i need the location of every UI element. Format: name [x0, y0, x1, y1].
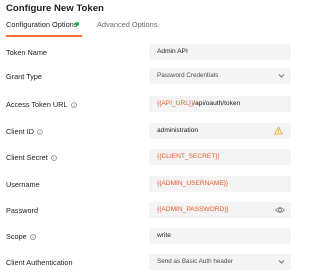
access-token-url-label: Access Token URL	[6, 100, 77, 109]
access-token-url-input[interactable]: {{API_URL}}/api/oauth/token	[149, 96, 291, 112]
info-icon[interactable]	[70, 101, 77, 108]
scope-label: Scope	[6, 232, 36, 241]
access-token-url-row: Access Token URL {{API_URL}}/api/oauth/t…	[0, 95, 300, 115]
scope-value: write	[157, 232, 171, 239]
status-dot-icon	[75, 22, 79, 26]
username-value: {{ADMIN_USERNAME}}	[157, 180, 229, 187]
client-id-label: Client ID	[6, 127, 43, 136]
scope-row: Scope write	[0, 227, 300, 247]
eye-icon[interactable]	[275, 206, 285, 214]
grant-type-value: Password Credentials	[157, 72, 219, 79]
client-secret-row: Client Secret {{CLIENT_SECRET}}	[0, 148, 300, 168]
password-input[interactable]: {{ADMIN_PASSWORD}}	[149, 202, 291, 218]
warning-icon[interactable]	[274, 126, 283, 135]
client-secret-label: Client Secret	[6, 153, 57, 162]
client-id-input[interactable]: administration	[149, 123, 291, 139]
client-authentication-value: Send as Basic Auth header	[157, 258, 233, 265]
token-name-label: Token Name	[6, 48, 47, 57]
scope-input[interactable]: write	[149, 228, 291, 244]
client-secret-value: {{CLIENT_SECRET}}	[157, 153, 220, 160]
page-title: Configure New Token	[6, 3, 104, 14]
client-secret-input[interactable]: {{CLIENT_SECRET}}	[149, 149, 291, 165]
chevron-down-icon	[278, 260, 285, 264]
token-name-value: Admin API	[157, 48, 188, 55]
username-label: Username	[6, 180, 40, 189]
password-label: Password	[6, 206, 39, 215]
grant-type-select[interactable]: Password Credentials	[149, 68, 291, 84]
client-id-row: Client ID administration	[0, 122, 300, 142]
access-token-url-path: /api/oauth/token	[193, 100, 241, 107]
client-authentication-label: Client Authentication	[6, 258, 73, 267]
tab-advanced-options[interactable]: Advanced Options	[97, 20, 157, 29]
username-input[interactable]: {{ADMIN_USERNAME}}	[149, 176, 291, 192]
tab-configuration-options[interactable]: Configuration Options	[6, 20, 78, 29]
token-name-row: Token Name Admin API	[0, 43, 300, 63]
username-row: Username {{ADMIN_USERNAME}}	[0, 175, 300, 195]
grant-type-label: Grant Type	[6, 72, 42, 81]
password-value: {{ADMIN_PASSWORD}}	[157, 206, 229, 213]
info-icon[interactable]	[37, 128, 43, 135]
access-token-url-variable: {{API_URL}}	[157, 100, 194, 107]
tab-bar: Configuration Options Advanced Options	[0, 16, 300, 38]
info-icon[interactable]	[50, 154, 57, 161]
client-id-value: administration	[157, 127, 199, 134]
info-icon[interactable]	[29, 233, 36, 240]
grant-type-row: Grant Type Password Credentials	[0, 67, 300, 87]
chevron-down-icon	[278, 74, 285, 78]
client-authentication-row: Client Authentication Send as Basic Auth…	[0, 253, 300, 273]
active-tab-indicator	[6, 35, 82, 37]
client-authentication-select[interactable]: Send as Basic Auth header	[149, 254, 291, 270]
token-name-input[interactable]: Admin API	[149, 44, 291, 60]
access-token-url-value: {{API_URL}}/api/oauth/token	[157, 100, 240, 107]
password-row: Password {{ADMIN_PASSWORD}}	[0, 201, 300, 221]
